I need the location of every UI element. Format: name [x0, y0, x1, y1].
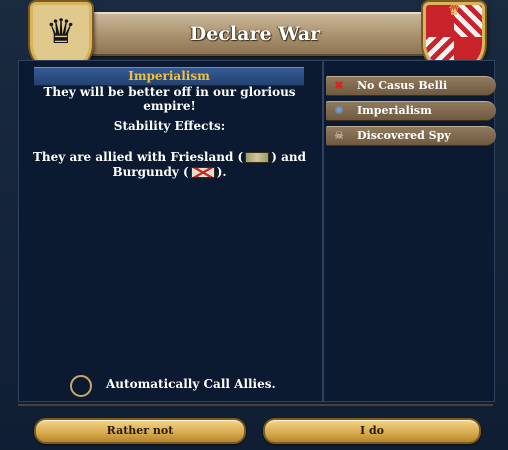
stability-effects-label: Stability Effects: [113, 119, 226, 133]
i-do-label: I do [359, 424, 384, 437]
friesland-flag-icon [245, 152, 270, 163]
selected-casus-belli-ribbon: Imperialism [34, 67, 304, 86]
eagle-icon: ♛ [45, 12, 77, 52]
casus-belli-description: They will be better off in our glorious … [43, 85, 296, 113]
burgundy-flag-icon [190, 167, 215, 178]
allies-line-2-prefix: Burgundy ( [112, 165, 189, 179]
x-icon: ✖ [334, 79, 344, 92]
i-do-button[interactable]: I do [263, 418, 481, 444]
globe-icon: ✺ [334, 104, 344, 117]
spy-icon: ☠ [334, 129, 344, 142]
casus-belli-option-label: No Casus Belli [357, 79, 448, 92]
call-allies-checkbox[interactable] [70, 375, 92, 397]
window-title: Declare War [189, 23, 321, 45]
selected-casus-belli-name: Imperialism [128, 69, 210, 83]
allies-line-1-suffix: ) and [271, 150, 306, 164]
allies-line-2: Burgundy (). [18, 165, 321, 179]
rather-not-button[interactable]: Rather not [34, 418, 246, 444]
casus-belli-option-label: Imperialism [357, 104, 432, 117]
rather-not-label: Rather not [106, 424, 174, 437]
casus-belli-option-discovered-spy[interactable]: ☠ Discovered Spy [326, 126, 496, 146]
allies-line-1-prefix: They are allied with Friesland ( [33, 150, 244, 164]
title-bar: Declare War [44, 12, 466, 56]
casus-belli-option-imperialism[interactable]: ✺ Imperialism [326, 101, 496, 121]
allies-line-1: They are allied with Friesland ( ) and [18, 150, 321, 164]
casus-belli-option-label: Discovered Spy [357, 129, 451, 142]
call-allies-label: Automatically Call Allies. [106, 377, 276, 391]
crown-icon: ♛ [447, 3, 461, 19]
casus-belli-option-no-casus-belli[interactable]: ✖ No Casus Belli [326, 76, 496, 96]
bottom-divider [18, 404, 493, 406]
allies-line-2-suffix: ). [216, 165, 227, 179]
